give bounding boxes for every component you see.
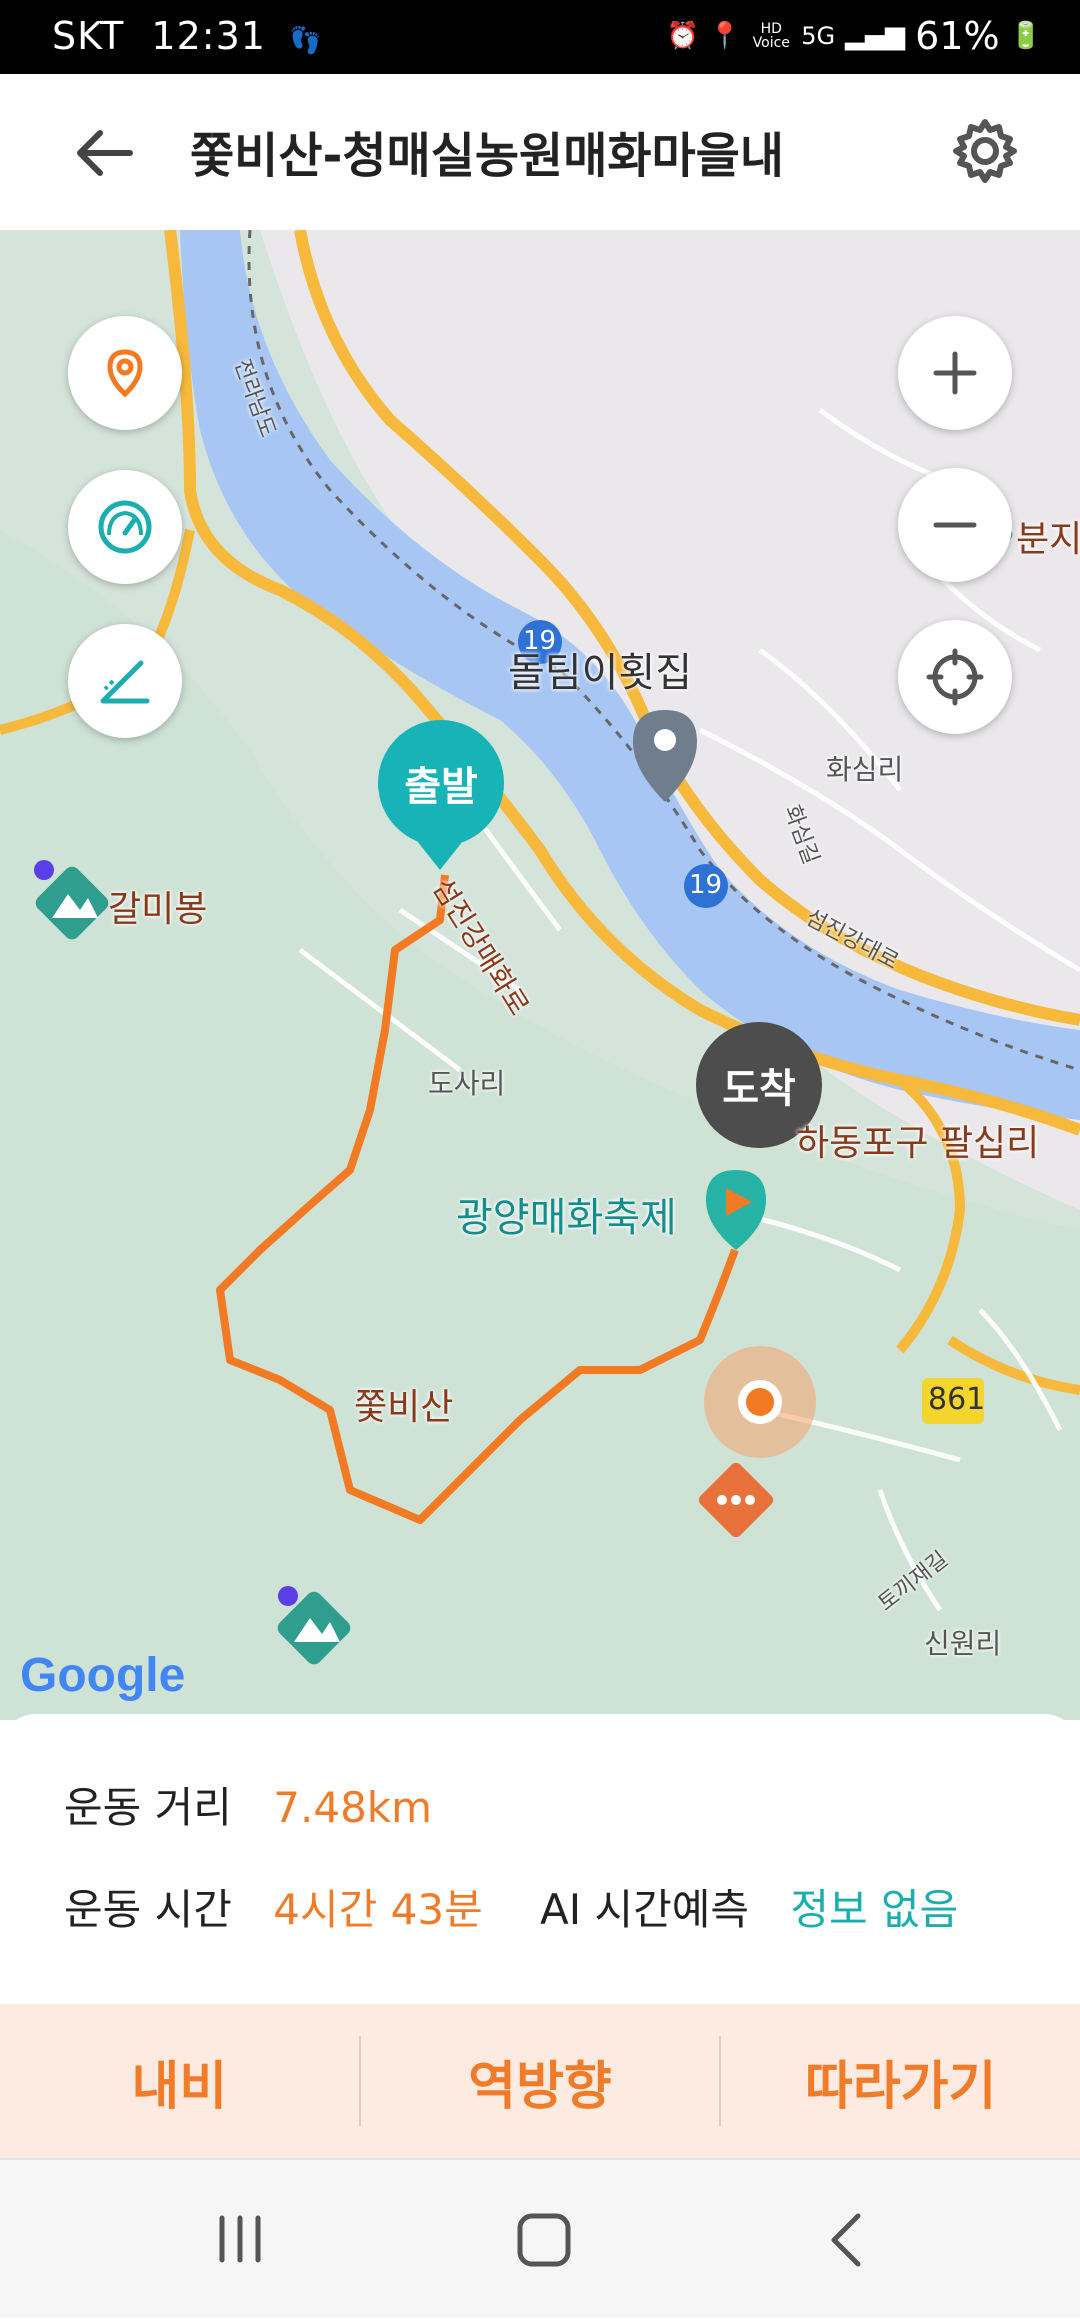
location-pin-icon: [107, 349, 143, 398]
gear-icon: [953, 119, 1017, 183]
start-label: 출발: [404, 764, 478, 810]
my-location-pin-button[interactable]: [68, 316, 182, 430]
signal-icon: ▂▄▆: [845, 21, 906, 51]
time-row: 운동 시간 4시간 43분: [64, 1876, 483, 1937]
recent-apps-icon[interactable]: [210, 2210, 270, 2270]
distance-label: 운동 거리: [64, 1783, 232, 1832]
label-bunji: 분지: [1016, 519, 1080, 560]
distance-row: 운동 거리 7.48km: [64, 1774, 432, 1835]
settings-button[interactable]: [950, 116, 1020, 186]
arrow-left-icon: [77, 130, 133, 176]
footprints-icon: 👣: [289, 26, 323, 56]
carrier: SKT: [52, 14, 125, 58]
reverse-button[interactable]: 역방향: [361, 2004, 720, 2158]
minus-icon: [933, 522, 977, 528]
back-button[interactable]: [70, 118, 140, 188]
ai-label: AI 시간예측: [540, 1885, 750, 1934]
label-hadong: 하동포구 팔십리: [796, 1123, 1040, 1164]
label-dosari: 도사리: [428, 1067, 506, 1100]
system-nav-bar: [0, 2158, 1080, 2318]
ai-prediction-row: AI 시간예측 정보 없음: [540, 1876, 958, 1937]
road-19b-label: 19: [689, 870, 723, 900]
label-restaurant: 돌팀이횟집: [508, 650, 692, 696]
google-text: Google: [20, 1649, 186, 1702]
distance-value: 7.48km: [273, 1783, 433, 1832]
nav-back-icon[interactable]: [831, 2213, 861, 2267]
start-marker[interactable]: 출발: [378, 720, 504, 846]
action-bar: 내비 역방향 따라가기: [0, 2004, 1080, 2158]
status-left: SKT 12:31 👣: [52, 14, 322, 58]
time-label: 운동 시간: [64, 1885, 232, 1934]
ai-value: 정보 없음: [790, 1885, 959, 1934]
time-value: 4시간 43분: [273, 1885, 483, 1934]
app-header: 쫓비산-청매실농원매화마을내: [0, 74, 1080, 230]
label-jjotbi: 쫓비산: [354, 1387, 454, 1428]
plus-icon: [933, 351, 977, 395]
recenter-button[interactable]: [898, 620, 1012, 734]
nav-icons: [210, 2210, 861, 2270]
route-info-panel: 운동 거리 7.48km 운동 시간 4시간 43분 AI 시간예측 정보 없음: [0, 1714, 1080, 2004]
page-title: 쫓비산-청매실농원매화마을내: [190, 128, 785, 184]
map-view[interactable]: 19 19 861 출발 도착 돌팀이횟집 화심리 갈미봉 도사리 광양매화축제…: [0, 230, 1080, 1720]
alarm-icon: ⏰: [666, 21, 699, 51]
follow-button[interactable]: 따라가기: [721, 2004, 1080, 2158]
label-galmi: 갈미봉: [108, 889, 208, 930]
label-festival: 광양매화축제: [456, 1195, 677, 1241]
hd-voice-icon: HD Voice: [752, 21, 790, 51]
battery-text: 61%: [915, 14, 1000, 58]
crosshair-icon: [926, 648, 984, 706]
status-right: ⏰ 📍 HD Voice 5G ▂▄▆ 61% 🔋: [667, 14, 1042, 58]
label-sinwon: 신원리: [924, 1627, 1002, 1660]
end-label: 도착: [722, 1066, 796, 1112]
map-canvas: [0, 230, 1080, 1720]
clock: 12:31: [151, 14, 266, 58]
google-logo: Google: [20, 1648, 185, 1703]
speedometer-button[interactable]: [68, 470, 182, 584]
network-icon: 5G: [801, 22, 836, 50]
zoom-in-button[interactable]: [898, 316, 1012, 430]
location-icon: 📍: [708, 21, 742, 51]
slope-icon: [100, 660, 150, 704]
label-hwasim: 화심리: [826, 753, 904, 786]
zoom-out-button[interactable]: [898, 468, 1012, 582]
status-bar: SKT 12:31 👣 ⏰ 📍 HD Voice 5G ▂▄▆ 61% 🔋: [0, 0, 1080, 74]
elevation-button[interactable]: [68, 624, 182, 738]
navi-button[interactable]: 내비: [0, 2004, 359, 2158]
battery-icon: 🔋: [1009, 21, 1042, 51]
home-icon[interactable]: [517, 2213, 571, 2267]
speedometer-icon: [98, 500, 152, 554]
road-861-label: 861: [928, 1382, 986, 1417]
